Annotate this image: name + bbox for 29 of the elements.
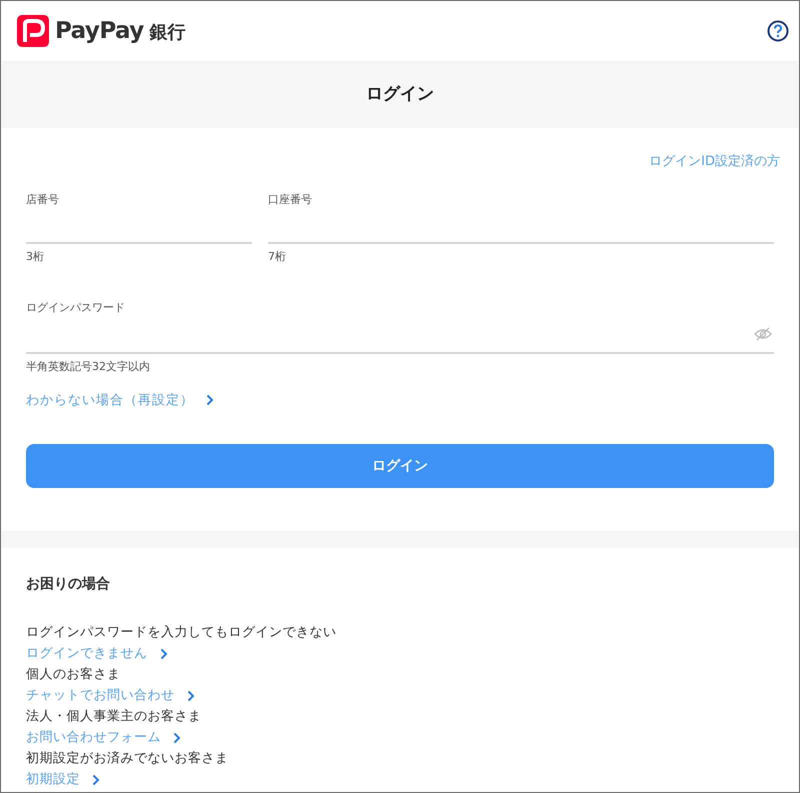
reset-link[interactable]: わからない場合（再設定） <box>26 390 214 410</box>
help-text: 初期設定がお済みでないお客さま <box>26 750 230 768</box>
field-label: 店番号 <box>26 192 60 208</box>
logo-icon <box>17 15 49 47</box>
login-id-link[interactable]: ログインID設定済の方 <box>649 152 780 172</box>
help-text: 法人・個人事業主のお客さま <box>26 708 202 726</box>
help-text: ログインパスワードを入力してもログインできない <box>26 624 338 642</box>
field-label: 口座番号 <box>268 192 313 208</box>
chevron-icon <box>160 648 168 660</box>
login-button[interactable]: ログイン <box>26 444 774 488</box>
chevron-icon <box>173 732 181 744</box>
help-link[interactable]: お問い合わせフォーム <box>26 727 181 748</box>
chevron-icon <box>206 394 214 406</box>
field-hint: 3桁 <box>26 249 45 265</box>
help-icon[interactable] <box>767 20 789 42</box>
chevron-icon <box>92 774 100 786</box>
page-title: ログイン <box>366 82 434 106</box>
field-hint: 7桁 <box>268 249 287 265</box>
help-text: 個人のお客さま <box>26 666 122 684</box>
brand-suffix: 銀行 <box>150 21 186 45</box>
field-hint: 半角英数記号32文字以内 <box>26 359 151 375</box>
help-link[interactable]: チャットでお問い合わせ <box>26 685 194 706</box>
brand-name: PayPay <box>55 16 144 46</box>
help-link[interactable]: 初期設定 <box>26 769 100 790</box>
help-link[interactable]: ログインできません <box>26 643 168 664</box>
chevron-icon <box>186 690 194 702</box>
eye-slash-icon[interactable] <box>754 327 772 341</box>
help-title: お困りの場合 <box>26 575 111 594</box>
field-label: ログインパスワード <box>26 300 126 316</box>
